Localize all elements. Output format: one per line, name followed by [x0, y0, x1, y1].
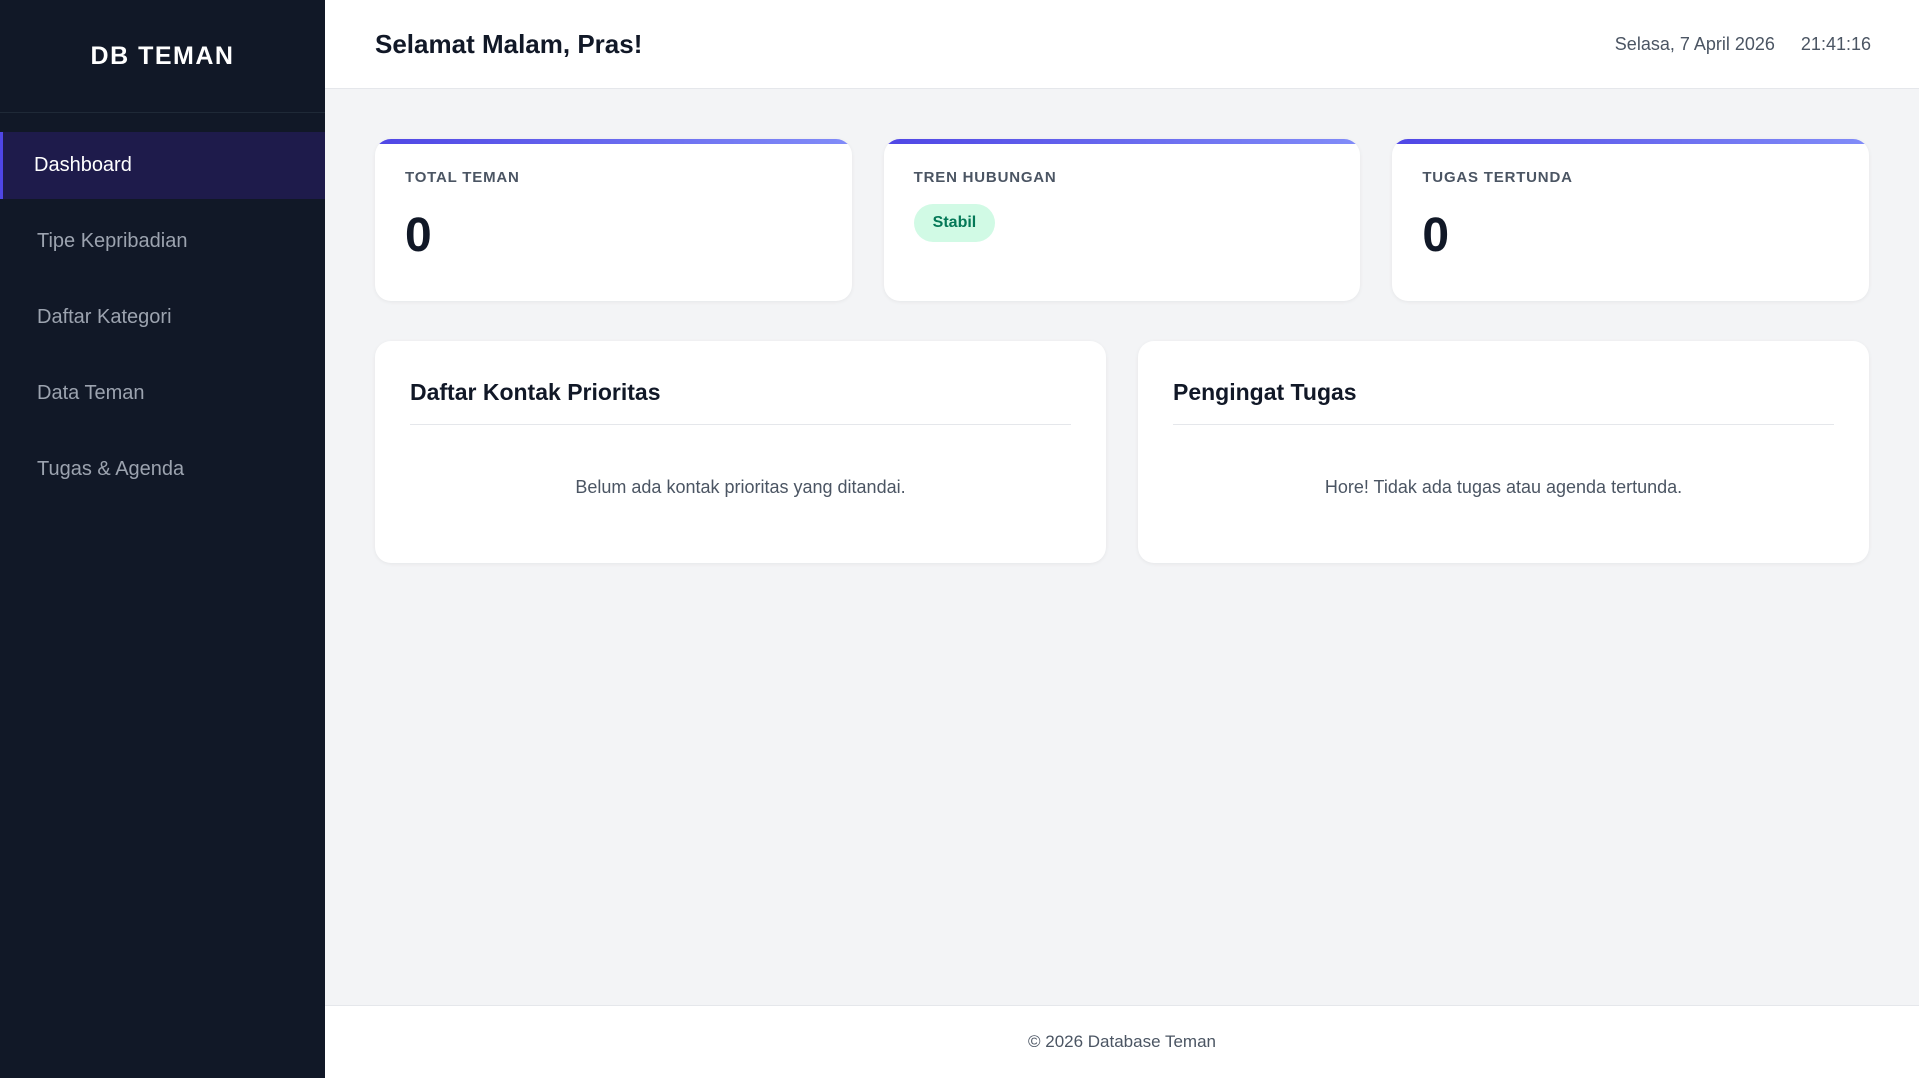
sidebar-nav: Dashboard Tipe Kepribadian Daftar Katego… — [0, 113, 325, 512]
empty-state-text: Belum ada kontak prioritas yang ditandai… — [575, 477, 906, 497]
sidebar-item-data-teman[interactable]: Data Teman — [0, 360, 325, 427]
footer: © 2026 Database Teman — [325, 1005, 1919, 1078]
priority-contacts-panel: Daftar Kontak Prioritas Belum ada kontak… — [375, 341, 1106, 563]
sidebar-item-tipe-kepribadian[interactable]: Tipe Kepribadian — [0, 208, 325, 275]
stat-label: TOTAL TEMAN — [405, 169, 520, 186]
panel-title: Daftar Kontak Prioritas — [410, 379, 1071, 425]
footer-text: © 2026 Database Teman — [1027, 1032, 1216, 1051]
panels-row: Daftar Kontak Prioritas Belum ada kontak… — [375, 341, 1869, 563]
stat-card-total-teman: TOTAL TEMAN 0 — [375, 139, 852, 301]
panel-title: Pengingat Tugas — [1173, 379, 1834, 425]
sidebar-item-dashboard[interactable]: Dashboard — [0, 132, 325, 199]
greeting-title: Selamat Malam, Pras! — [375, 28, 643, 59]
sidebar-item-tugas-agenda[interactable]: Tugas & Agenda — [0, 436, 325, 503]
current-time: 21:41:16 — [1800, 33, 1871, 54]
top-bar: Selamat Malam, Pras! Selasa, 7 April 202… — [325, 0, 1919, 89]
stat-label: TUGAS TERTUNDA — [1422, 169, 1573, 186]
app-root: DB TEMAN Dashboard Tipe Kepribadian Daft… — [0, 0, 1919, 1078]
status-badge: Stabil — [913, 204, 996, 242]
stat-value: 0 — [1422, 209, 1450, 262]
brand-logo[interactable]: DB TEMAN — [0, 0, 325, 113]
current-date: Selasa, 7 April 2026 — [1614, 33, 1775, 54]
sidebar: DB TEMAN Dashboard Tipe Kepribadian Daft… — [0, 0, 325, 1078]
datetime: Selasa, 7 April 2026 21:41:16 — [1615, 34, 1871, 55]
stat-value: 0 — [405, 209, 432, 262]
dashboard-content: TOTAL TEMAN 0 TREN HUBUNGAN Stabil TUGAS… — [325, 89, 1919, 1005]
stat-card-tren-hubungan: TREN HUBUNGAN Stabil — [883, 139, 1361, 301]
stats-row: TOTAL TEMAN 0 TREN HUBUNGAN Stabil TUGAS… — [375, 139, 1870, 301]
sidebar-item-daftar-kategori[interactable]: Daftar Kategori — [0, 284, 325, 351]
main-area: Selamat Malam, Pras! Selasa, 7 April 202… — [325, 0, 1919, 1078]
empty-state-text: Hore! Tidak ada tugas atau agenda tertun… — [1324, 477, 1683, 497]
stat-label: TREN HUBUNGAN — [913, 169, 1057, 186]
stat-card-tugas-tertunda: TUGAS TERTUNDA 0 — [1392, 139, 1870, 301]
task-reminder-panel: Pengingat Tugas Hore! Tidak ada tugas at… — [1138, 341, 1869, 563]
